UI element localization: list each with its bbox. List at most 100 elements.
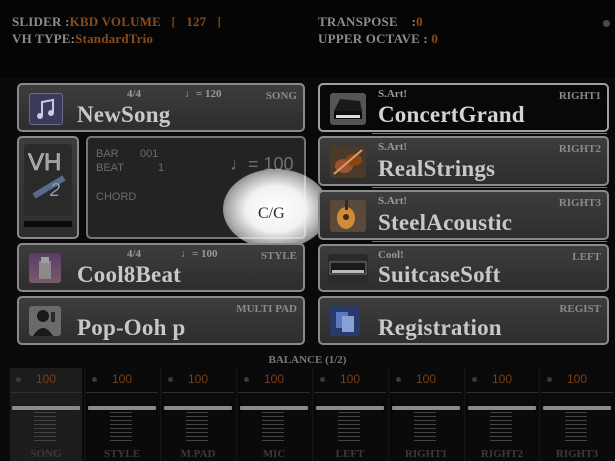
song-panel[interactable]: 4/4 ♩= 120 SONG NewSong [17,83,305,132]
voice-panel-right2[interactable]: S.Art! RIGHT2 RealStrings [318,136,609,186]
balance-title: BALANCE (1/2) [268,354,347,366]
channel-divider [312,368,313,461]
balance-channel-right1[interactable]: 100 RIGHT1 [390,368,462,461]
voice-divider [372,241,607,242]
voice-panel-left[interactable]: Cool! LEFT SuitcaseSoft [318,244,609,292]
slider-label: SLIDER [12,14,62,29]
fader-handle[interactable] [468,406,536,410]
channel-track [390,392,462,407]
channel-value: 100 [415,372,437,386]
channel-label: LEFT [335,448,365,460]
piano-icon [330,93,366,125]
channel-value: 100 [566,372,588,386]
song-name: NewSong [77,102,171,127]
channel-track [466,392,538,407]
bar-value: 001 [140,148,159,160]
vocal-harmony-button[interactable]: VH 2 [17,136,79,239]
fader-grille [110,412,132,442]
channel-value: 100 [263,372,285,386]
slider-number: 127 [186,14,207,29]
guitar-icon [330,200,366,232]
slider-status: SLIDER :KBD VOLUME [ 127 ] [12,14,222,29]
voice-part: LEFT [572,251,601,263]
fader-handle[interactable] [392,406,460,410]
transpose-label: TRANSPOSE [318,14,398,29]
singer-icon [29,306,61,336]
voice-category: S.Art! [378,141,408,153]
balance-channel-song[interactable]: 100 SONG [10,368,82,461]
vh-indicator-bar [24,221,72,227]
indicator-dot-icon [603,20,610,27]
main-display: SLIDER :KBD VOLUME [ 127 ] VH TYPE:Stand… [0,0,615,461]
registration-panel[interactable]: REGIST Registration [318,296,609,345]
fader-grille [34,412,56,442]
voice-name: SteelAcoustic [378,210,513,235]
fader-handle[interactable] [164,406,232,410]
voice-part: RIGHT3 [558,197,601,209]
channel-label: MIC [262,448,286,460]
balance-channel-left[interactable]: 100 LEFT [314,368,386,461]
voice-panel-right3[interactable]: S.Art! RIGHT3 SteelAcoustic [318,190,609,240]
voice-divider [372,187,607,188]
voice-name: RealStrings [378,156,496,181]
channel-divider [84,368,85,461]
multipad-name: Pop-Ooh p [77,315,186,340]
channel-value: 100 [491,372,513,386]
vh-type-label: VH TYPE [12,31,71,46]
voice-part: RIGHT1 [558,90,601,102]
fader-handle[interactable] [316,406,384,410]
channel-divider [388,368,389,461]
channel-value: 100 [35,372,57,386]
fader-grille [490,412,512,442]
channel-value: 100 [339,372,361,386]
style-icon [29,253,61,283]
balance-channel-mic[interactable]: 100 MIC [238,368,310,461]
song-tag: SONG [265,90,297,102]
upper-octave-label: UPPER OCTAVE [318,31,420,46]
style-name: Cool8Beat [77,262,182,287]
style-panel[interactable]: 4/4 ♩= 100 STYLE Cool8Beat [17,243,305,292]
beat-value: 1 [158,162,165,174]
status-header: SLIDER :KBD VOLUME [ 127 ] VH TYPE:Stand… [0,0,615,78]
beat-label: BEAT [96,162,124,174]
channel-track [238,392,310,407]
voice-name: ConcertGrand [378,102,525,127]
channel-label: RIGHT1 [404,448,448,460]
upper-octave-value: 0 [431,31,439,46]
channel-label: SONG [30,448,62,460]
vh-type-value: StandardTrio [75,31,154,46]
balance-channel-right3[interactable]: 100 RIGHT3 [541,368,613,461]
fader-grille [338,412,360,442]
channel-track [541,392,613,407]
svg-text:VH: VH [28,149,61,176]
voice-name: SuitcaseSoft [378,262,501,287]
transpose-value: 0 [416,14,423,29]
svg-text:2: 2 [49,180,60,200]
fader-handle[interactable] [88,406,156,410]
fader-handle[interactable] [12,406,80,410]
fader-handle[interactable] [543,406,611,410]
style-tempo: ♩= 100 [181,248,218,260]
fader-handle[interactable] [240,406,308,410]
channel-label: M.PAD [180,448,216,460]
channel-label: STYLE [103,448,141,460]
channel-divider [539,368,540,461]
channel-track [314,392,386,407]
music-note-icon [29,93,63,125]
style-tag: STYLE [260,250,297,262]
voice-panel-right1[interactable]: S.Art! RIGHT1 ConcertGrand [318,83,609,132]
vh-type-status: VH TYPE:StandardTrio [12,31,154,46]
vocal-harmony-icon: VH 2 [24,144,72,216]
voice-category: S.Art! [378,88,408,100]
fader-grille [262,412,284,442]
bar-label: BAR [96,148,119,160]
slider-value: KBD VOLUME [69,14,162,29]
balance-channel-mpad[interactable]: 100 M.PAD [162,368,234,461]
balance-channel-style[interactable]: 100 STYLE [86,368,158,461]
channel-label: RIGHT3 [555,448,599,460]
multipad-panel[interactable]: MULTI PAD Pop-Ooh p [17,296,305,345]
registration-icon [330,306,360,336]
voice-divider [372,133,607,134]
balance-channel-right2[interactable]: 100 RIGHT2 [466,368,538,461]
electric-piano-icon [328,254,368,284]
